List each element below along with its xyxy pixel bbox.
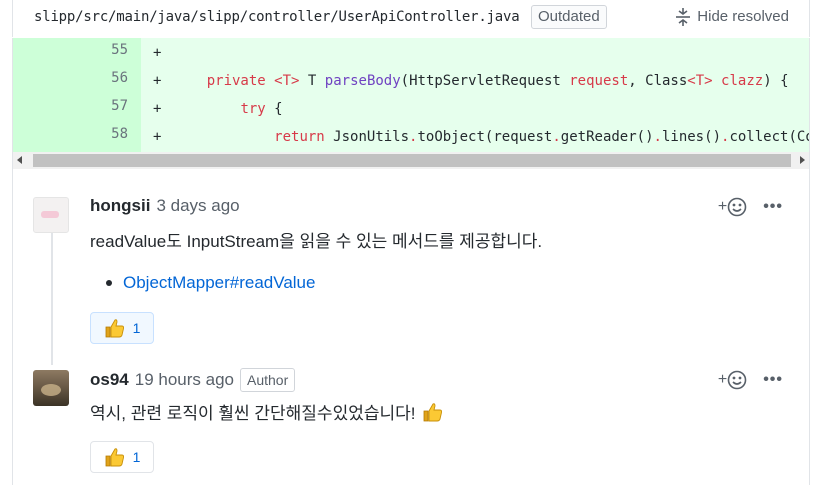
plus-label: + — [717, 198, 728, 215]
comment-actions: + ••• — [718, 370, 783, 390]
author-name[interactable]: os94 — [90, 370, 129, 390]
thumbs-up-icon — [105, 319, 124, 338]
diff-line: 58 + return JsonUtils.toObject(request.g… — [13, 122, 809, 150]
diff-line: 55 + — [13, 38, 809, 66]
diff-marker: + — [153, 129, 162, 145]
line-number[interactable]: 58 — [13, 126, 128, 142]
fold-icon — [676, 8, 691, 26]
more-options-icon[interactable]: ••• — [763, 371, 783, 389]
plus-label: + — [717, 371, 728, 388]
reaction-thumbs-up[interactable]: 1 — [90, 441, 154, 473]
author-name[interactable]: hongsii — [90, 196, 150, 216]
diff-marker: + — [153, 45, 162, 61]
comment-body: readValue도 InputStream을 읽을 수 있는 메서드를 제공합… — [90, 232, 543, 251]
thumbs-up-icon — [105, 448, 124, 467]
comment-link[interactable]: ObjectMapper#readValue — [123, 273, 315, 293]
outdated-badge: Outdated — [531, 5, 607, 29]
diff-line: 56 + private <T> T parseBody(HttpServlet… — [13, 66, 809, 94]
horizontal-scrollbar[interactable] — [12, 152, 810, 169]
diff-hunk: 55 + 56 + private <T> T parseBody(HttpSe… — [12, 38, 810, 152]
smiley-icon — [727, 197, 747, 217]
smiley-icon — [727, 370, 747, 390]
reaction-count: 1 — [132, 320, 141, 336]
line-number[interactable]: 56 — [13, 70, 128, 86]
timestamp[interactable]: 19 hours ago — [135, 370, 234, 390]
add-reaction-button[interactable]: + — [718, 197, 747, 217]
reaction-thumbs-up[interactable]: 1 — [90, 312, 154, 344]
diff-line: 57 + try { — [13, 94, 809, 122]
avatar[interactable] — [33, 197, 69, 233]
add-reaction-button[interactable]: + — [718, 370, 747, 390]
avatar[interactable] — [33, 370, 69, 406]
comment-header: os94 19 hours ago Author — [90, 368, 296, 392]
scrollbar-thumb[interactable] — [33, 154, 791, 167]
more-options-icon[interactable]: ••• — [763, 198, 783, 216]
file-path[interactable]: slipp/src/main/java/slipp/controller/Use… — [34, 9, 520, 25]
list-item: ObjectMapper#readValue — [106, 273, 315, 293]
reaction-count: 1 — [132, 449, 141, 465]
timestamp[interactable]: 3 days ago — [156, 196, 239, 216]
file-header: slipp/src/main/java/slipp/controller/Use… — [12, 0, 810, 37]
thread-line — [51, 229, 53, 365]
thumbs-up-icon — [423, 402, 442, 421]
scroll-right-arrow-icon[interactable] — [800, 156, 805, 164]
diff-marker: + — [153, 101, 162, 117]
code-text: private <T> T parseBody(HttpServletReque… — [206, 73, 789, 89]
comment-header: hongsii 3 days ago — [90, 196, 240, 216]
comment-body: 역시, 관련 로직이 훨씬 간단해질수있었습니다! — [90, 404, 416, 423]
code-text: return JsonUtils.toObject(request.getRea… — [274, 129, 809, 145]
bullet — [106, 280, 112, 286]
scroll-left-arrow-icon[interactable] — [17, 156, 22, 164]
author-badge: Author — [240, 368, 296, 392]
line-number[interactable]: 55 — [13, 42, 128, 58]
review-thread: hongsii 3 days ago + ••• readValue도 Inpu… — [12, 169, 810, 485]
hide-resolved-label: Hide resolved — [697, 8, 789, 25]
comment-actions: + ••• — [718, 197, 783, 217]
code-text: try { — [240, 101, 283, 117]
line-number[interactable]: 57 — [13, 98, 128, 114]
comment-body-row: 역시, 관련 로직이 훨씬 간단해질수있었습니다! — [90, 399, 444, 424]
hide-resolved-button[interactable]: Hide resolved — [674, 6, 789, 28]
diff-marker: + — [153, 73, 162, 89]
